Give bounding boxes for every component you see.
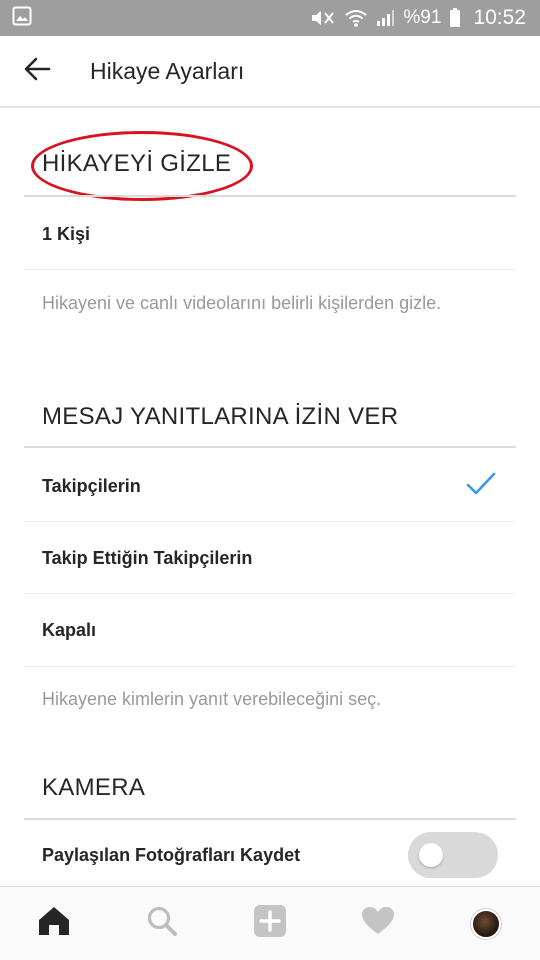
hide-story-hint: Hikayeni ve canlı videolarını belirli ki…	[42, 293, 442, 313]
row-divider	[24, 269, 516, 270]
bottom-nav	[0, 886, 540, 960]
replies-hint: Hikayene kimlerin yanıt verebileceğini s…	[42, 689, 382, 709]
save-shared-photos-toggle[interactable]	[408, 832, 498, 878]
toggle-knob	[419, 843, 443, 867]
section-divider	[24, 818, 516, 820]
mute-icon	[309, 8, 337, 28]
clock: 10:52	[473, 6, 526, 29]
row-divider	[24, 666, 516, 667]
status-right: %91 10:52	[309, 6, 526, 30]
app-bar: Hikaye Ayarları	[0, 36, 540, 108]
status-bar: %91 10:52	[0, 0, 540, 36]
signal-icon	[375, 8, 395, 28]
reply-option-label: Takipçilerin	[42, 475, 141, 496]
search-icon	[146, 905, 178, 942]
home-icon	[37, 905, 71, 942]
battery-icon	[449, 8, 461, 28]
checkmark-icon	[466, 472, 496, 501]
save-shared-photos-label: Paylaşılan Fotoğrafları Kaydet	[42, 844, 301, 865]
section-header-camera: KAMERA	[42, 774, 146, 801]
section-divider	[24, 195, 516, 197]
nav-profile[interactable]	[450, 894, 522, 954]
section-divider	[24, 446, 516, 448]
add-post-icon	[253, 904, 287, 943]
gallery-notification-icon	[12, 6, 32, 31]
save-shared-photos-row: Paylaşılan Fotoğrafları Kaydet	[24, 824, 516, 886]
nav-search[interactable]	[126, 894, 198, 954]
hidden-people-label: 1 Kişi	[42, 223, 91, 244]
reply-option-label: Kapalı	[42, 619, 97, 640]
reply-option-followers-you-follow[interactable]: Takip Ettiğin Takipçilerin	[24, 523, 516, 593]
reply-option-off[interactable]: Kapalı	[24, 595, 516, 665]
page-title: Hikaye Ayarları	[90, 57, 245, 84]
reply-option-label: Takip Ettiğin Takipçilerin	[42, 547, 253, 568]
reply-option-followers[interactable]: Takipçilerin	[24, 452, 516, 520]
nav-add-post[interactable]	[234, 894, 306, 954]
section-header-replies: MESAJ YANITLARINA İZİN VER	[42, 403, 399, 430]
nav-home[interactable]	[18, 894, 90, 954]
activity-heart-icon	[361, 906, 395, 941]
battery-percent: %91	[403, 7, 442, 28]
hidden-people-row[interactable]: 1 Kişi	[24, 200, 516, 268]
row-divider	[24, 521, 516, 522]
row-divider	[24, 593, 516, 594]
nav-activity[interactable]	[342, 894, 414, 954]
status-left	[12, 6, 32, 31]
wifi-icon	[345, 8, 368, 28]
back-button[interactable]	[0, 35, 72, 107]
back-arrow-icon	[23, 57, 51, 86]
highlight-annotation	[31, 131, 253, 201]
avatar	[471, 908, 501, 939]
